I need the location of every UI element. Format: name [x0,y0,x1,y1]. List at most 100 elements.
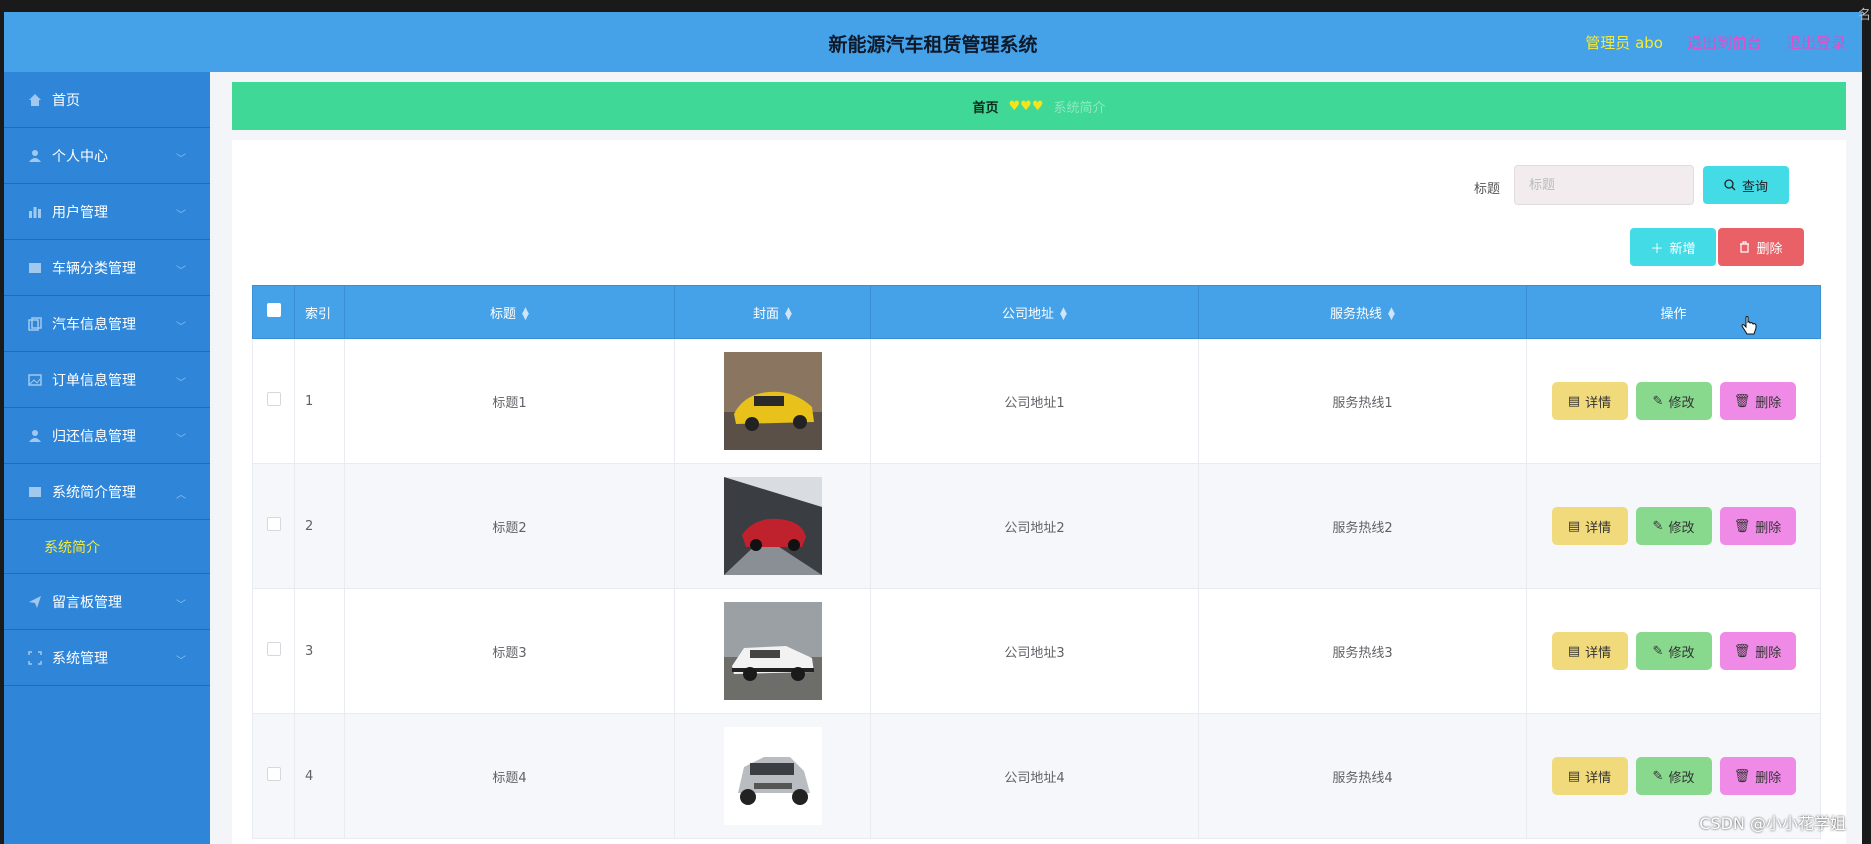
edit-button-label: 修改 [1668,520,1695,536]
sidebar-item-personal-center[interactable]: 个人中心 ﹀ [4,128,210,184]
row-checkbox[interactable] [266,642,281,656]
add-button-label: 新增 [1669,241,1696,257]
detail-button[interactable]: ▤ 详情 [1551,632,1628,670]
fullscreen-icon [28,650,42,665]
sidebar-item-return-info[interactable]: 归还信息管理 ﹀ [4,408,210,464]
table-row: 2 标题2 公司地址2 服务热线2 ▤ 详情 ✎ 修改 🗑 删除 [252,463,1821,589]
header-actions: 管理员 abo 退出到前台 退出登录 [1585,32,1846,53]
title-search-input[interactable] [1514,165,1694,205]
delete-button-label: 删除 [1755,395,1782,411]
sidebar-item-vehicle-category[interactable]: 车辆分类管理 ﹀ [4,240,210,296]
sidebar-item-order-info[interactable]: 订单信息管理 ﹀ [4,352,210,408]
detail-button-label: 详情 [1585,395,1612,411]
edit-button[interactable]: ✎ 修改 [1635,507,1712,545]
detail-button[interactable]: ▤ 详情 [1551,382,1628,420]
sidebar-item-label: 留言板管理 [52,594,122,611]
detail-button[interactable]: ▤ 详情 [1551,507,1628,545]
search-icon [1724,179,1736,191]
trash-icon: 🗑 [1733,393,1751,409]
row-cover-cell [674,713,871,839]
delete-button-label: 删除 [1755,520,1782,536]
sidebar-item-label: 归还信息管理 [52,428,136,445]
table-header-row: 索引 标题 ▲ ▼ 封面 ▲ ▼ 公司地址 ▲ ▼ 服务热线 ▲ ▼ 操作 [252,285,1821,339]
column-header-title[interactable]: 标题 ▲ ▼ [344,285,675,339]
logout-link[interactable]: 退出登录 [1786,32,1846,53]
trash-icon: 🗑 [1733,643,1751,659]
trash-icon: 🗑 [1733,518,1751,534]
edit-button-label: 修改 [1668,645,1695,661]
delete-button-label: 删除 [1755,645,1782,661]
column-header-address[interactable]: 公司地址 ▲ ▼ [870,285,1199,339]
row-cover-cell [674,463,871,589]
edit-button[interactable]: ✎ 修改 [1635,382,1712,420]
breadcrumb-separator-icon: ♥♥♥ [1008,98,1044,114]
sidebar-item-message-board[interactable]: 留言板管理 ﹀ [4,574,210,630]
home-icon [29,93,41,106]
edit-button[interactable]: ✎ 修改 [1635,757,1712,795]
detail-button[interactable]: ▤ 详情 [1551,757,1628,795]
delete-button[interactable]: 🗑 删除 [1719,382,1796,420]
sidebar-item-label: 个人中心 [52,148,108,165]
column-header-actions: 操作 [1526,285,1821,339]
chevron-down-icon: ﹀ [176,266,186,277]
main-content: 首页 ♥♥♥ 系统简介 标题 查询 ＋ 新增 删除 [210,72,1862,844]
row-actions: ▤ 详情 ✎ 修改 🗑 删除 [1526,463,1821,589]
add-button[interactable]: ＋ 新增 [1630,228,1716,266]
column-header-hotline[interactable]: 服务热线 ▲ ▼ [1198,285,1527,339]
pencil-icon: ✎ [1652,518,1664,534]
document-icon: ▤ [1567,643,1581,659]
sidebar-item-car-info[interactable]: 汽车信息管理 ﹀ [4,296,210,352]
app-title: 新能源汽车租赁管理系统 [828,34,1038,56]
batch-delete-label: 删除 [1756,241,1783,257]
row-title: 标题2 [344,463,675,589]
row-cover-cell [674,588,871,714]
silver-suv-image [723,727,822,825]
breadcrumb-home[interactable]: 首页 [973,97,999,116]
edit-button-label: 修改 [1668,770,1695,786]
row-address: 公司地址3 [870,588,1199,714]
column-header-label: 标题 [490,306,517,322]
search-label: 标题 [1474,182,1501,197]
table-row: 4 标题4 公司地址4 服务热线4 ▤ 详情 ✎ 修改 🗑 删除 [252,713,1821,839]
list-icon [29,486,41,497]
select-all-checkbox[interactable] [266,303,281,317]
sidebar-item-system-management[interactable]: 系统管理 ﹀ [4,630,210,686]
row-index: 1 [294,338,345,464]
column-header-label: 封面 [753,306,780,322]
chevron-down-icon: ﹀ [176,154,186,165]
sort-icon: ▲ ▼ [785,306,792,322]
sidebar-subitem-system-intro[interactable]: 系统简介 [4,520,210,574]
row-checkbox[interactable] [266,392,281,406]
row-hotline: 服务热线1 [1198,338,1527,464]
sort-icon: ▲ ▼ [1388,306,1395,322]
chevron-up-icon: ︿ [176,490,186,501]
row-address: 公司地址2 [870,463,1199,589]
query-button[interactable]: 查询 [1703,166,1789,204]
detail-button-label: 详情 [1585,520,1612,536]
breadcrumb-current: 系统简介 [1053,100,1106,116]
row-select-cell [252,588,295,714]
sidebar-item-system-intro-management[interactable]: 系统简介管理 ︿ [4,464,210,520]
column-header-label: 服务热线 [1330,306,1383,322]
select-all-cell [252,285,295,339]
sidebar-item-user-management[interactable]: 用户管理 ﹀ [4,184,210,240]
copy-icon [28,316,42,331]
sidebar-item-label: 系统管理 [52,650,108,667]
document-icon: ▤ [1567,518,1581,534]
column-header-cover[interactable]: 封面 ▲ ▼ [674,285,871,339]
row-address: 公司地址4 [870,713,1199,839]
row-checkbox[interactable] [266,517,281,531]
delete-button[interactable]: 🗑 删除 [1719,507,1796,545]
user-icon [29,149,41,162]
back-to-front-link[interactable]: 退出到前台 [1687,32,1762,53]
delete-button[interactable]: 🗑 删除 [1719,632,1796,670]
trash-icon [1740,241,1750,253]
red-convertible-image [723,477,822,575]
chevron-down-icon: ﹀ [176,656,186,667]
delete-button[interactable]: 🗑 删除 [1719,757,1796,795]
row-select-cell [252,463,295,589]
sidebar-item-home[interactable]: 首页 [4,72,210,128]
row-checkbox[interactable] [266,767,281,781]
edit-button[interactable]: ✎ 修改 [1635,632,1712,670]
batch-delete-button[interactable]: 删除 [1718,228,1804,266]
